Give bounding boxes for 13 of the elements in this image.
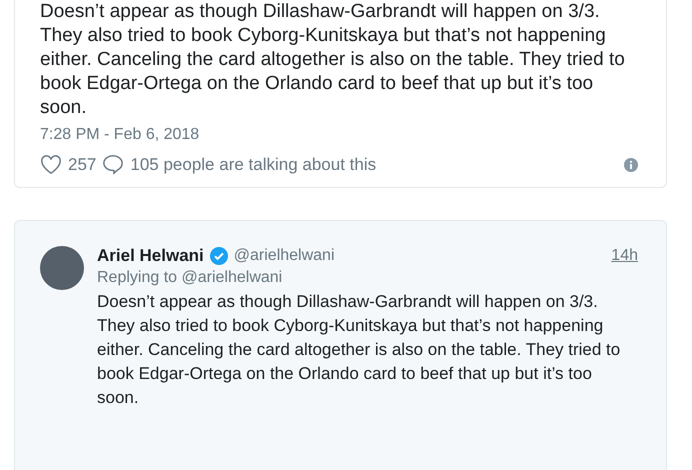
author-name[interactable]: Ariel Helwani — [97, 246, 204, 266]
tweet-timestamp: 7:28 PM - Feb 6, 2018 — [40, 126, 200, 144]
info-icon[interactable] — [624, 158, 638, 172]
talking-link[interactable]: 105 people are talking about this — [130, 154, 376, 174]
comment-icon[interactable] — [102, 154, 124, 175]
replying-to: Replying to @arielhelwani — [97, 269, 282, 287]
avatar — [40, 246, 84, 290]
author-handle[interactable]: @arielhelwani — [234, 247, 334, 265]
like-count: 257 — [68, 154, 96, 174]
heart-icon[interactable] — [40, 154, 62, 174]
tweet-text: Doesn’t appear as though Dillashaw-Garbrandt will happen on 3/3. They also tried to book Cyborg-Kunitskaya but that’s not happening either. Canceling the card altogether is also on the table. They tried to book Edgar-Ortega on the Orlando card to beef that up but it’s too soon. — [40, 0, 626, 120]
tweet-time[interactable]: 14h — [611, 247, 638, 265]
reply-text: Doesn’t appear as though Dillashaw-Garbrandt will happen on 3/3. They also tried to book Cyborg-Kunitskaya but that’s not happening either. Canceling the card altogether is also on the table. They tried to book Edgar-Ortega on the Orlando card to beef that up but it’s too soon. — [97, 291, 622, 409]
